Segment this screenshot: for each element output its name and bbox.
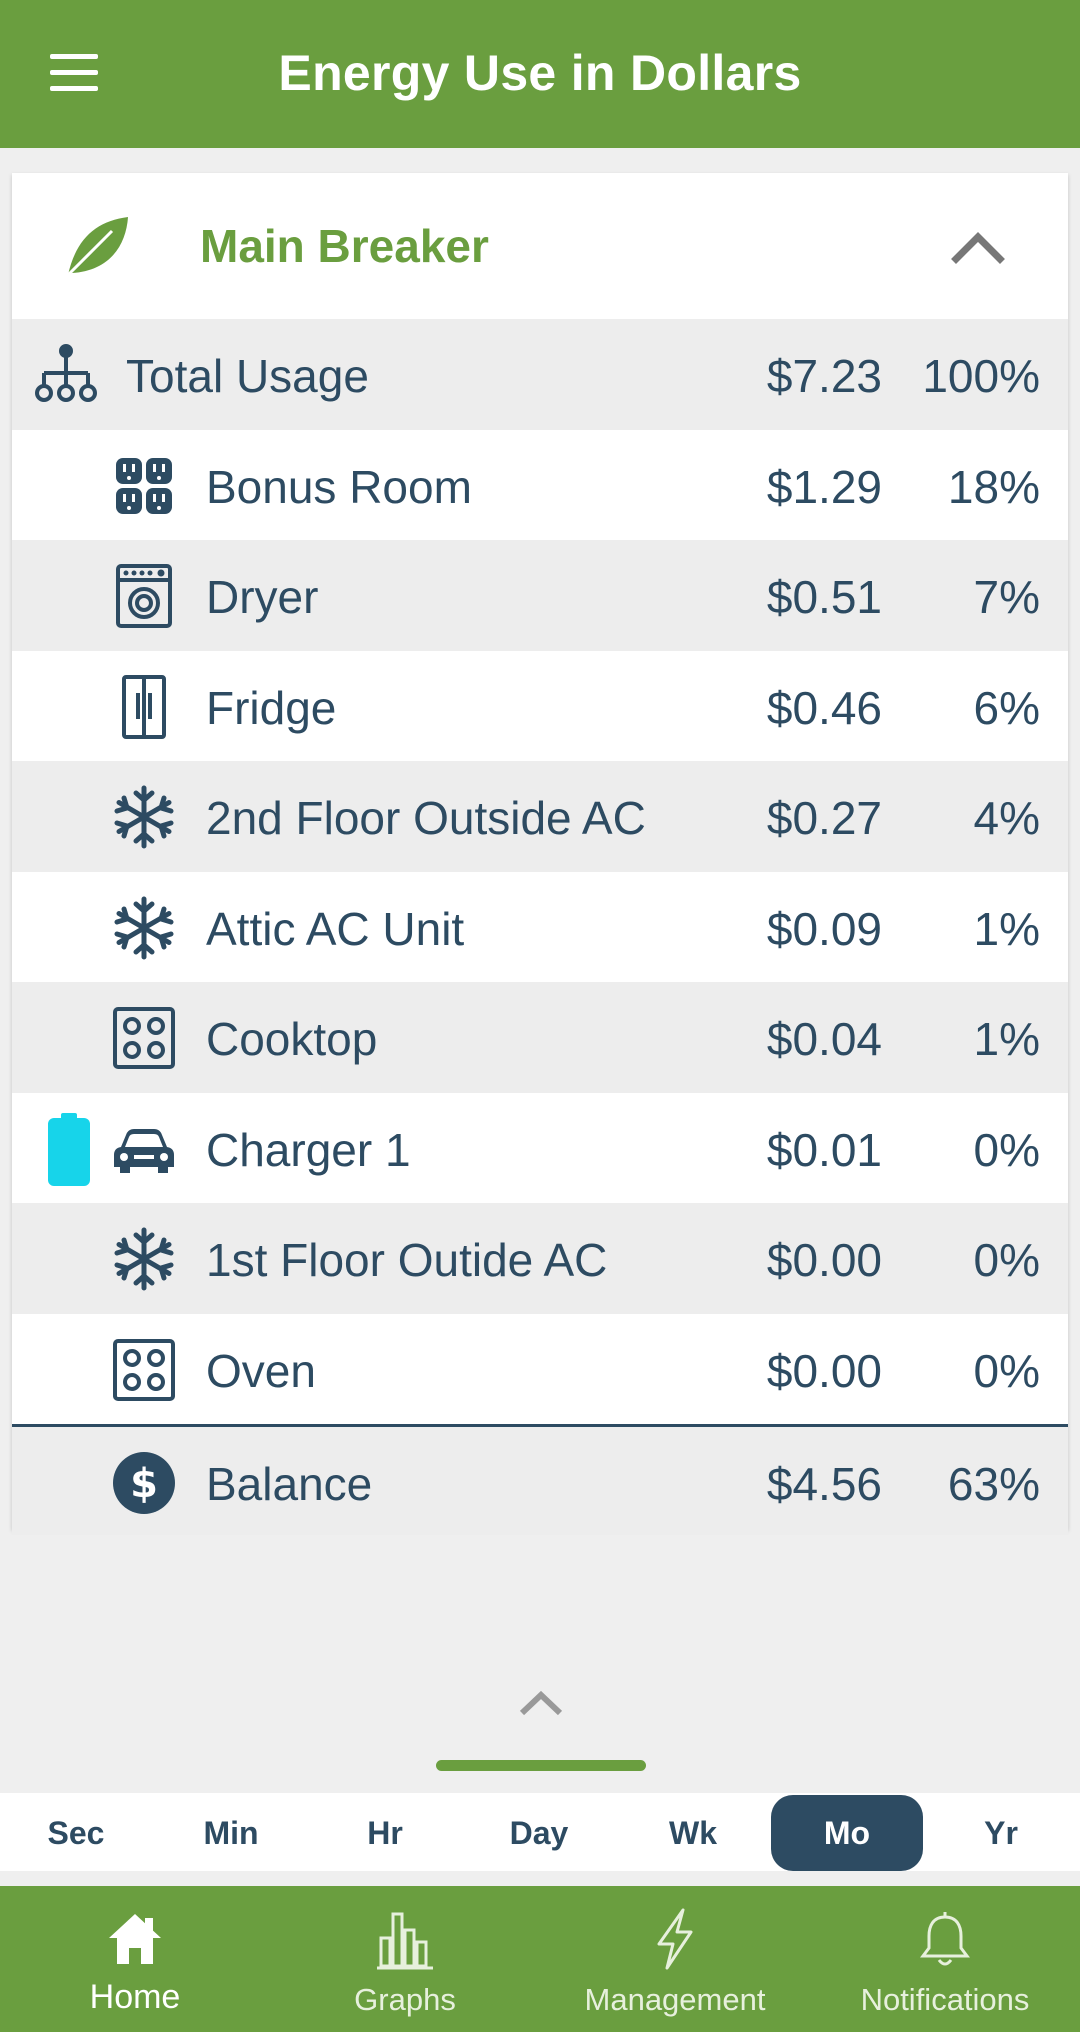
chevron-up-icon <box>519 1690 563 1716</box>
svg-text:$: $ <box>130 1461 158 1507</box>
row-percent: 18% <box>947 460 1040 513</box>
breaker-card: Main Breaker Total Usage $7.23 100% Bonu… <box>12 173 1068 1535</box>
app-bar: Energy Use in Dollars <box>0 0 1080 148</box>
row-label: Dryer <box>206 571 319 623</box>
drawer-handle[interactable] <box>436 1685 646 1771</box>
range-sec[interactable]: Sec <box>0 1795 152 1871</box>
circuit-row[interactable]: Oven $0.00 0% <box>12 1314 1068 1425</box>
row-amount: $0.04 <box>766 1013 882 1065</box>
balance-row[interactable]: $ Balance $4.56 63% <box>12 1424 1068 1535</box>
row-percent: 1% <box>973 1013 1040 1065</box>
row-amount: $1.29 <box>766 460 882 513</box>
row-percent: 0% <box>973 1234 1040 1286</box>
row-amount: $7.23 <box>766 350 882 402</box>
circuit-row[interactable]: Charger 1 $0.01 0% <box>12 1093 1068 1204</box>
nav-management[interactable]: Management <box>540 1886 810 2032</box>
row-amount: $0.01 <box>766 1123 882 1176</box>
page-title: Energy Use in Dollars <box>278 45 802 101</box>
snowflake-icon <box>114 896 174 959</box>
row-percent: 6% <box>973 681 1040 734</box>
row-percent: 63% <box>947 1458 1040 1510</box>
drawer-bar <box>436 1760 646 1771</box>
cooktop-icon <box>113 1338 175 1401</box>
breaker-name: Main Breaker <box>200 220 489 272</box>
nav-graphs[interactable]: Graphs <box>270 1886 540 2032</box>
nav-label: Home <box>89 1978 181 2016</box>
row-percent: 7% <box>973 571 1040 623</box>
row-amount: $0.00 <box>766 1234 882 1286</box>
row-label: Cooktop <box>206 1013 378 1065</box>
row-label: Total Usage <box>126 350 369 402</box>
range-min[interactable]: Min <box>155 1795 307 1871</box>
battery-icon <box>48 1112 90 1186</box>
snowflake-icon <box>114 1227 174 1291</box>
row-label: 2nd Floor Outside AC <box>206 792 646 844</box>
nav-home[interactable]: Home <box>0 1886 270 2032</box>
chevron-up-icon[interactable] <box>948 219 1008 275</box>
circuit-row[interactable]: 2nd Floor Outside AC $0.27 4% <box>12 761 1068 872</box>
row-percent: 100% <box>922 350 1040 402</box>
nav-label: Management <box>584 1982 766 2017</box>
row-percent: 0% <box>973 1123 1040 1176</box>
range-yr[interactable]: Yr <box>925 1795 1077 1871</box>
nav-label: Notifications <box>860 1982 1030 2017</box>
row-percent: 4% <box>973 792 1040 844</box>
row-amount: $0.51 <box>766 571 882 623</box>
nav-label: Graphs <box>354 1982 456 2017</box>
row-percent: 1% <box>973 902 1040 955</box>
bell-icon <box>920 1912 970 1966</box>
circuit-row[interactable]: 1st Floor Outide AC $0.00 0% <box>12 1203 1068 1314</box>
row-label: Oven <box>206 1344 316 1397</box>
dollar-icon: $ <box>113 1452 175 1514</box>
snowflake-icon <box>114 785 174 849</box>
bottom-nav: Home Graphs Management Notifications <box>0 1886 1080 2032</box>
range-mo[interactable]: Mo <box>771 1795 923 1871</box>
dryer-icon <box>116 564 172 628</box>
circuit-row[interactable]: Dryer $0.51 7% <box>12 540 1068 651</box>
row-amount: $0.46 <box>766 681 882 734</box>
range-day[interactable]: Day <box>463 1795 615 1871</box>
bar-chart-icon <box>377 1912 433 1970</box>
range-hr[interactable]: Hr <box>309 1795 461 1871</box>
row-amount: $0.09 <box>766 902 882 955</box>
hierarchy-icon <box>35 344 97 402</box>
nav-notifications[interactable]: Notifications <box>810 1886 1080 2032</box>
row-percent: 0% <box>973 1344 1040 1397</box>
lightning-icon <box>657 1908 693 1970</box>
row-amount: $0.00 <box>766 1344 882 1397</box>
card-header[interactable]: Main Breaker <box>12 173 1068 319</box>
usage-list: Total Usage $7.23 100% Bonus Room $1.29 <box>12 319 1068 1535</box>
cooktop-icon <box>113 1007 175 1069</box>
home-icon <box>109 1914 161 1964</box>
row-label: Bonus Room <box>206 460 472 513</box>
range-wk[interactable]: Wk <box>617 1795 769 1871</box>
leaf-icon <box>64 217 128 279</box>
circuit-row[interactable]: Fridge $0.46 6% <box>12 651 1068 762</box>
row-label: Attic AC Unit <box>206 902 465 955</box>
fridge-icon <box>122 674 166 739</box>
car-icon <box>114 1128 174 1173</box>
total-usage-row[interactable]: Total Usage $7.23 100% <box>12 319 1068 430</box>
row-label: 1st Floor Outide AC <box>206 1234 608 1286</box>
row-amount: $4.56 <box>766 1458 882 1510</box>
circuit-row[interactable]: Attic AC Unit $0.09 1% <box>12 872 1068 983</box>
row-label: Balance <box>206 1458 373 1510</box>
circuit-row[interactable]: Bonus Room $1.29 18% <box>12 430 1068 541</box>
row-label: Charger 1 <box>206 1123 411 1176</box>
row-amount: $0.27 <box>766 792 882 844</box>
row-label: Fridge <box>206 681 337 734</box>
circuit-row[interactable]: Cooktop $0.04 1% <box>12 982 1068 1093</box>
outlet-icon <box>116 457 172 514</box>
time-range-selector: Sec Min Hr Day Wk Mo Yr <box>0 1793 1080 1871</box>
